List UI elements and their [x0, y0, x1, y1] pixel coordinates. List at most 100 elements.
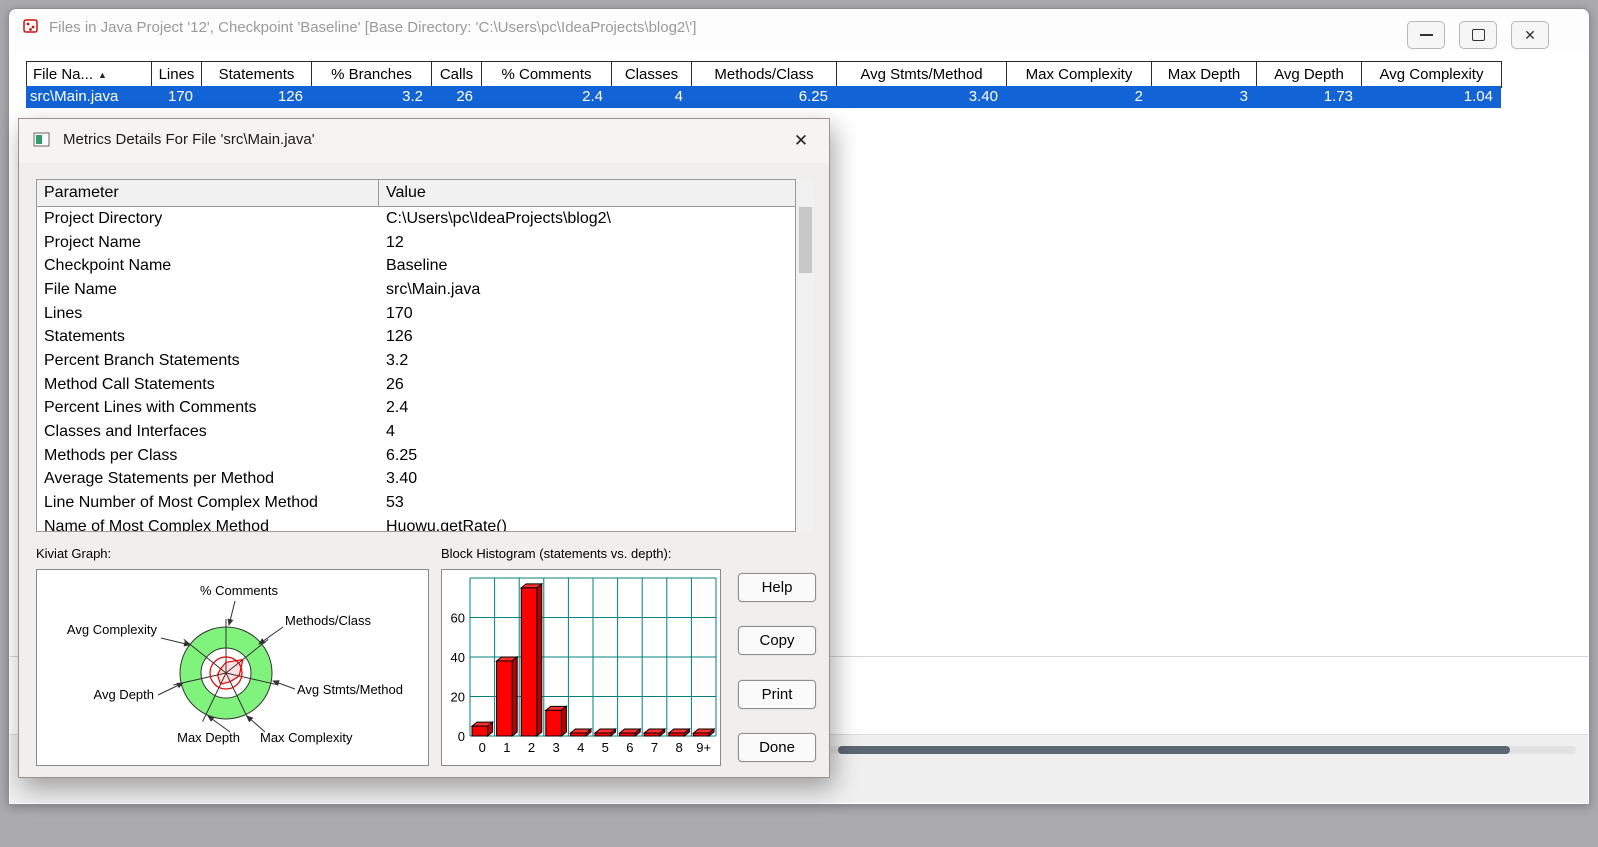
column-header-avg-complexity[interactable]: Avg Complexity — [1362, 62, 1502, 87]
column-label: Lines — [158, 66, 195, 83]
cell-branches: 3.2 — [402, 88, 423, 105]
param-cell: Line Number of Most Complex Method — [44, 494, 318, 512]
cell-lines: 170 — [167, 88, 193, 105]
param-cell: File Name — [44, 280, 117, 298]
cell-classes: 4 — [674, 88, 683, 105]
cell-file-name: src\Main.java — [30, 88, 119, 105]
svg-text:9+: 9+ — [696, 740, 711, 755]
files-table-header: File Na... ▲ Lines Statements % Branches… — [26, 61, 1502, 88]
column-header-calls[interactable]: Calls — [432, 62, 482, 87]
svg-text:% Comments: % Comments — [200, 583, 279, 598]
svg-text:40: 40 — [451, 650, 465, 665]
dialog-titlebar[interactable]: Metrics Details For File 'src\Main.java'… — [19, 119, 829, 163]
dialog-title: Metrics Details For File 'src\Main.java' — [63, 131, 315, 148]
column-label: % Branches — [331, 66, 412, 83]
column-header-branches[interactable]: % Branches — [312, 62, 432, 87]
detail-row[interactable]: Checkpoint Name Baseline — [37, 254, 795, 278]
svg-text:6: 6 — [626, 740, 633, 755]
svg-text:0: 0 — [458, 729, 465, 744]
details-scrollbar-thumb[interactable] — [799, 207, 812, 273]
detail-row[interactable]: Classes and Interfaces 4 — [37, 420, 795, 444]
column-label: % Comments — [501, 66, 592, 83]
detail-row[interactable]: File Name src\Main.java — [37, 278, 795, 302]
value-cell: Baseline — [386, 257, 448, 275]
svg-text:Max Complexity: Max Complexity — [260, 730, 353, 745]
svg-text:4: 4 — [577, 740, 584, 755]
column-header-classes[interactable]: Classes — [612, 62, 692, 87]
value-cell: 6.25 — [386, 446, 418, 464]
column-header-comments[interactable]: % Comments — [482, 62, 612, 87]
param-cell: Method Call Statements — [44, 375, 215, 393]
detail-row[interactable]: Average Statements per Method 3.40 — [37, 468, 795, 492]
param-column-header[interactable]: Parameter — [37, 180, 379, 206]
column-header-methods-class[interactable]: Methods/Class — [692, 62, 837, 87]
copy-button[interactable]: Copy — [738, 626, 816, 655]
kiviat-chart: % Comments Methods/Class Avg Stmts/Method M… — [36, 569, 429, 766]
svg-text:20: 20 — [451, 690, 465, 705]
svg-text:3: 3 — [552, 740, 559, 755]
minimize-button[interactable] — [1407, 21, 1445, 49]
detail-row[interactable]: Project Name 12 — [37, 231, 795, 255]
cell-methods-class: 6.25 — [798, 88, 828, 105]
param-cell: Project Directory — [44, 209, 163, 227]
column-header-file-name[interactable]: File Na... ▲ — [27, 62, 152, 87]
detail-row[interactable]: Lines 170 — [37, 302, 795, 326]
column-label: Classes — [624, 66, 679, 83]
horizontal-scrollbar-thumb[interactable] — [838, 746, 1510, 754]
value-cell: C:\Users\pc\IdeaProjects\blog2\ — [386, 209, 611, 227]
detail-row[interactable]: Method Call Statements 26 — [37, 373, 795, 397]
svg-text:8: 8 — [675, 740, 682, 755]
svg-text:5: 5 — [602, 740, 609, 755]
detail-row[interactable]: Methods per Class 6.25 — [37, 444, 795, 468]
svg-text:60: 60 — [451, 611, 465, 626]
close-icon: ✕ — [793, 131, 809, 150]
help-button[interactable]: Help — [738, 573, 816, 602]
column-header-avg-stmts-method[interactable]: Avg Stmts/Method — [837, 62, 1007, 87]
cell-avg-stmts-method: 3.40 — [968, 88, 998, 105]
cell-statements: 126 — [277, 88, 303, 105]
param-cell: Methods per Class — [44, 446, 178, 464]
table-row-selected[interactable]: src\Main.java 170 126 3.2 26 2.4 4 6.25 … — [26, 86, 1501, 108]
svg-text:0: 0 — [479, 740, 486, 755]
sort-ascending-icon: ▲ — [98, 69, 107, 80]
details-scrollbar-track[interactable] — [798, 179, 813, 532]
column-header-lines[interactable]: Lines — [152, 62, 202, 87]
detail-row[interactable]: Name of Most Complex Method Huowu.getRate… — [37, 515, 795, 531]
cell-max-complexity: 2 — [1134, 88, 1143, 105]
value-column-header[interactable]: Value — [379, 180, 795, 206]
param-cell: Percent Lines with Comments — [44, 399, 257, 417]
maximize-button[interactable] — [1459, 21, 1497, 49]
column-label: Methods/Class — [714, 66, 814, 83]
svg-text:1: 1 — [503, 740, 510, 755]
value-cell: 3.40 — [386, 470, 418, 488]
histogram-chart: 0 20 40 60 0 1 2 3 4 5 6 7 8 9+ — [441, 569, 721, 766]
detail-row[interactable]: Project Directory C:\Users\pc\IdeaProject… — [37, 207, 795, 231]
svg-text:Max Depth: Max Depth — [177, 730, 240, 745]
column-header-statements[interactable]: Statements — [202, 62, 312, 87]
param-cell: Statements — [44, 328, 125, 346]
column-header-avg-depth[interactable]: Avg Depth — [1257, 62, 1362, 87]
column-label: Avg Stmts/Method — [860, 66, 983, 83]
column-header-max-complexity[interactable]: Max Complexity — [1007, 62, 1152, 87]
detail-row[interactable]: Statements 126 — [37, 325, 795, 349]
metrics-details-dialog: Metrics Details For File 'src\Main.java'… — [18, 118, 830, 778]
column-label: Calls — [439, 66, 474, 83]
window-controls: ✕ — [1407, 21, 1549, 49]
param-cell: Checkpoint Name — [44, 257, 172, 275]
close-icon: ✕ — [1524, 27, 1536, 43]
svg-text:Avg Depth: Avg Depth — [94, 687, 154, 702]
main-titlebar[interactable]: Files in Java Project '12', Checkpoint '… — [9, 9, 1589, 53]
detail-row[interactable]: Percent Lines with Comments 2.4 — [37, 397, 795, 421]
detail-row[interactable]: Line Number of Most Complex Method 53 — [37, 491, 795, 515]
column-header-max-depth[interactable]: Max Depth — [1152, 62, 1257, 87]
param-cell: Project Name — [44, 233, 141, 251]
param-cell: Percent Branch Statements — [44, 351, 240, 369]
svg-text:7: 7 — [651, 740, 658, 755]
done-button[interactable]: Done — [738, 733, 816, 762]
print-button[interactable]: Print — [738, 680, 816, 709]
close-button[interactable]: ✕ — [1511, 21, 1549, 49]
detail-row[interactable]: Percent Branch Statements 3.2 — [37, 349, 795, 373]
value-cell: 53 — [386, 494, 404, 512]
value-cell: 12 — [386, 233, 404, 251]
dialog-close-button[interactable]: ✕ — [787, 127, 815, 155]
